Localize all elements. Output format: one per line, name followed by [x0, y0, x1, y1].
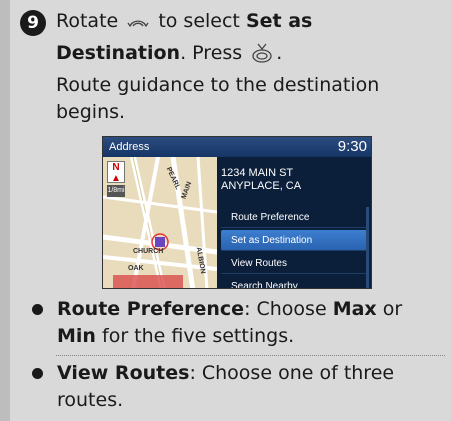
rotate-knob-icon — [126, 12, 150, 40]
menu-view-routes[interactable]: View Routes — [221, 253, 367, 274]
step-text-before: Rotate — [56, 10, 119, 32]
street-label: CHURCH — [133, 248, 164, 255]
list-item: View Routes: Choose one of three routes. — [28, 360, 445, 414]
note-term: View Routes — [57, 362, 190, 384]
note-max: Max — [332, 298, 377, 320]
step-block: 9 Rotate to select Set as Destination. P… — [20, 8, 443, 126]
press-knob-icon — [250, 42, 274, 72]
step-row: 9 Rotate to select Set as Destination. P… — [20, 8, 443, 72]
divider — [56, 350, 445, 356]
notes-list: Route Preference: Choose Max or Min for … — [28, 296, 445, 414]
bullet-icon — [32, 368, 43, 379]
step-text-after: . Press — [180, 42, 243, 64]
screen-title: Address — [109, 141, 150, 153]
step-number: 9 — [20, 10, 46, 36]
destination-address: 1234 MAIN ST ANYPLACE, CA — [221, 167, 301, 193]
menu-route-preference[interactable]: Route Preference — [221, 207, 367, 228]
nav-screen: Address 9:30 N ▲ 1/8mi PEARL MAIN CHURCH… — [102, 136, 372, 289]
list-item: Route Preference: Choose Max or Min for … — [28, 296, 445, 350]
step-text-end: . — [276, 42, 283, 64]
note-min: Min — [57, 325, 96, 347]
screen-clock: 9:30 — [337, 138, 367, 155]
map-view[interactable]: N ▲ 1/8mi PEARL MAIN CHURCH OAK ALBION — [103, 157, 217, 288]
instruction-panel: 9 Rotate to select Set as Destination. P… — [0, 0, 451, 421]
note-text-end: for the five settings. — [102, 325, 295, 347]
note-view-routes: View Routes: Choose one of three routes. — [57, 360, 445, 414]
menu-search-nearby[interactable]: Search Nearby — [221, 276, 367, 288]
map-scale: 1/8mi — [107, 185, 125, 197]
step-text-mid: to select — [158, 10, 240, 32]
north-indicator-icon[interactable]: N ▲ — [107, 161, 125, 184]
screen-header: Address 9:30 — [103, 137, 371, 157]
menu-scrollbar[interactable] — [366, 207, 369, 288]
address-line-1: 1234 MAIN ST — [221, 167, 294, 179]
note-term: Route Preference — [57, 298, 245, 320]
step-instruction: Rotate to select Set as Destination. Pre… — [56, 8, 443, 72]
note-route-preference: Route Preference: Choose Max or Min for … — [57, 296, 445, 350]
note-text: : Choose — [244, 298, 327, 320]
street-label: OAK — [128, 265, 144, 272]
menu-set-as-destination[interactable]: Set as Destination — [221, 230, 367, 251]
bullet-icon — [32, 304, 43, 315]
note-or: or — [382, 298, 403, 320]
step-result: Route guidance to the destination begins… — [56, 74, 380, 123]
destination-menu: Route Preference Set as Destination View… — [217, 205, 371, 288]
address-line-2: ANYPLACE, CA — [221, 180, 302, 192]
